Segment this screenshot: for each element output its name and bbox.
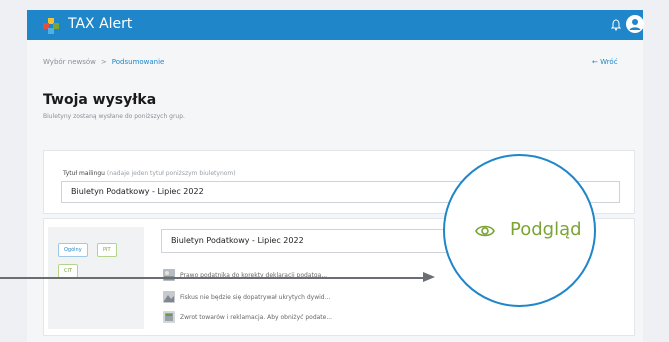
logo-icon (43, 18, 59, 34)
app-title: TAX Alert (68, 16, 133, 32)
user-avatar-icon[interactable] (626, 15, 644, 33)
pointer-arrow-head (423, 272, 435, 282)
breadcrumb-item-news-selection[interactable]: Wybór newsów (43, 58, 96, 66)
page-title: Twoja wysyłka (43, 92, 157, 108)
mailing-title-hint: (nadaje jeden tytuł poniższym biuletynom… (106, 170, 236, 177)
article-title: Zwrot towarów i reklamacja. Aby obniżyć … (180, 313, 333, 321)
app-header: TAX Alert (27, 10, 644, 40)
article-thumbnail-icon (163, 311, 175, 323)
breadcrumb-item-summary: Podsumowanie (111, 58, 165, 66)
breadcrumb: Wybór newsów > Podsumowanie (43, 58, 164, 66)
bell-icon[interactable] (611, 19, 621, 31)
mailing-title-label-text: Tytuł mailingu (63, 170, 105, 177)
eye-icon (475, 225, 495, 237)
article-item[interactable]: Zwrot towarów i reklamacja. Aby obniżyć … (163, 310, 332, 324)
page-subtitle: Biuletyny zostaną wysłane do poniższych … (43, 113, 185, 120)
article-item[interactable]: Prawo podatnika do korekty deklaracji po… (163, 268, 327, 282)
article-item[interactable]: Fiskus nie będzie się dopatrywał ukrytyc… (163, 290, 330, 304)
back-link[interactable]: ← Wróć (592, 58, 618, 66)
breadcrumb-separator: > (100, 58, 107, 66)
tag-pit[interactable]: PIT (97, 243, 117, 257)
article-title: Fiskus nie będzie się dopatrywał ukrytyc… (180, 293, 331, 301)
tag-general[interactable]: Ogólny (58, 243, 88, 257)
article-thumbnail-icon (163, 291, 175, 303)
article-thumbnail-icon (163, 269, 175, 281)
preview-button[interactable]: Podgląd (510, 219, 582, 240)
pointer-arrow-line (0, 277, 427, 279)
mailing-title-label: Tytuł mailingu (nadaje jeden tytuł poniż… (63, 170, 236, 177)
bulletin-title-input[interactable]: Biuletyn Podatkowy - Lipiec 2022 (161, 229, 455, 253)
preview-magnifier: Podgląd (443, 154, 596, 307)
tag-cit[interactable]: CIT (58, 264, 79, 278)
